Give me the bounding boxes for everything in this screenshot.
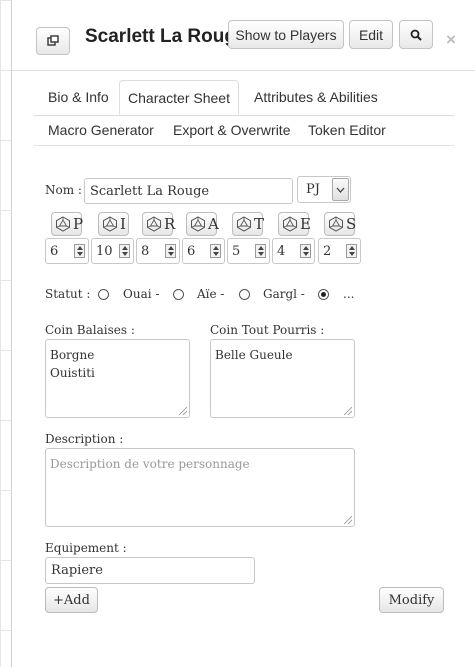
tab-bio-info[interactable]: Bio & Info: [48, 89, 109, 105]
roll-stat-button[interactable]: T: [232, 212, 265, 236]
statut-radio-ouai[interactable]: [98, 289, 109, 300]
stat-letter: T: [254, 215, 265, 233]
resize-grip-icon[interactable]: [344, 516, 352, 524]
stat-value: 8: [141, 244, 150, 259]
popout-icon: [47, 35, 59, 46]
textarea-line: Ouistiti: [50, 366, 95, 380]
stat-value: 5: [232, 244, 241, 259]
d20-icon: [190, 216, 206, 232]
roll-stat-button[interactable]: P: [51, 212, 84, 236]
tab-divider: [34, 115, 454, 116]
coin-pourris-label: Coin Tout Pourris :: [210, 323, 325, 337]
popout-button[interactable]: [36, 27, 70, 55]
coin-balaises-label: Coin Balaises :: [45, 323, 135, 337]
statut-radio-gargl[interactable]: [239, 289, 250, 300]
tab-divider: [34, 145, 454, 146]
statut-radio-aie[interactable]: [173, 289, 184, 300]
coin-pourris-textarea[interactable]: Belle Gueule: [210, 339, 355, 418]
textarea-line: Belle Gueule: [215, 348, 293, 362]
spinner-arrows-icon[interactable]: [210, 244, 221, 258]
statut-option-label: Ouai -: [123, 287, 160, 301]
description-textarea[interactable]: Description de votre personnage: [45, 448, 355, 527]
d20-icon: [55, 216, 71, 232]
tab-export-overwrite[interactable]: Export & Overwrite: [173, 122, 290, 138]
d20-icon: [146, 216, 162, 232]
stat-letter: E: [300, 215, 311, 233]
stat-letter: R: [164, 215, 176, 233]
statut-option-label: Aïe -: [197, 287, 225, 301]
roll-stat-button[interactable]: R: [142, 212, 176, 236]
stat-number-input[interactable]: 4: [272, 238, 315, 264]
equipement-input[interactable]: Rapiere: [45, 557, 255, 584]
stat-letter: P: [73, 215, 84, 233]
dialog-header: Scarlett La Rouge Show to Players Edit ×: [12, 0, 475, 71]
nom-input[interactable]: Scarlett La Rouge: [84, 178, 293, 204]
d20-icon: [282, 216, 298, 232]
stat-number-input[interactable]: 8: [136, 238, 180, 264]
show-to-players-button[interactable]: Show to Players: [228, 20, 344, 49]
tab-token-editor[interactable]: Token Editor: [308, 122, 386, 138]
search-button[interactable]: [399, 20, 433, 49]
roll-stat-button[interactable]: S: [324, 212, 357, 236]
coin-balaises-textarea[interactable]: Borgne Ouistiti: [45, 339, 190, 418]
spinner-arrows-icon[interactable]: [255, 244, 266, 258]
spinner-arrows-icon[interactable]: [74, 244, 85, 258]
roll-stat-button[interactable]: A: [186, 212, 219, 236]
stat-value: 4: [277, 244, 286, 259]
stat-value: 6: [187, 244, 196, 259]
stat-letter: I: [120, 215, 126, 233]
type-value: PJ: [306, 182, 320, 197]
d20-icon: [102, 216, 118, 232]
description-placeholder: Description de votre personnage: [50, 457, 250, 471]
equipement-label: Equipement :: [45, 541, 127, 555]
nom-label: Nom :: [45, 183, 82, 197]
description-label: Description :: [45, 432, 124, 446]
tab-macro-generator[interactable]: Macro Generator: [48, 122, 154, 138]
spinner-arrows-icon[interactable]: [119, 244, 130, 258]
tab-attributes-abilities[interactable]: Attributes & Abilities: [254, 89, 378, 105]
spinner-arrows-icon[interactable]: [165, 244, 176, 258]
edit-button[interactable]: Edit: [349, 20, 393, 49]
statut-label: Statut :: [45, 287, 91, 301]
character-dialog: Scarlett La Rouge Show to Players Edit ×…: [11, 0, 475, 667]
stat-number-input[interactable]: 6: [182, 238, 225, 264]
stat-value: 2: [323, 244, 332, 259]
chevron-down-icon: [332, 178, 349, 201]
tab-character-sheet[interactable]: Character Sheet: [119, 80, 239, 115]
close-icon[interactable]: ×: [446, 30, 456, 50]
stat-number-input[interactable]: 5: [227, 238, 270, 264]
spinner-arrows-icon[interactable]: [300, 244, 311, 258]
statut-option-label: ...: [343, 287, 355, 301]
type-select[interactable]: PJ: [297, 176, 351, 203]
stat-value: 6: [50, 244, 59, 259]
search-icon: [410, 29, 422, 41]
character-title: Scarlett La Rouge: [85, 26, 231, 47]
add-button[interactable]: +Add: [45, 587, 98, 613]
stat-value: 10: [96, 244, 113, 259]
spinner-arrows-icon[interactable]: [346, 244, 357, 258]
roll-stat-button[interactable]: I: [98, 212, 129, 236]
resize-grip-icon[interactable]: [344, 407, 352, 415]
stat-number-input[interactable]: 6: [45, 238, 89, 264]
d20-icon: [236, 216, 252, 232]
roll-stat-button[interactable]: E: [278, 212, 311, 236]
modify-button[interactable]: Modify: [379, 587, 444, 613]
stat-number-input[interactable]: 10: [91, 238, 134, 264]
statut-option-label: Gargl -: [263, 287, 305, 301]
stat-letter: S: [346, 215, 357, 233]
textarea-line: Borgne: [50, 348, 95, 362]
resize-grip-icon[interactable]: [179, 407, 187, 415]
statut-radio-dots[interactable]: [318, 289, 329, 300]
d20-icon: [328, 216, 344, 232]
stat-letter: A: [208, 215, 219, 233]
stat-number-input[interactable]: 2: [318, 238, 361, 264]
